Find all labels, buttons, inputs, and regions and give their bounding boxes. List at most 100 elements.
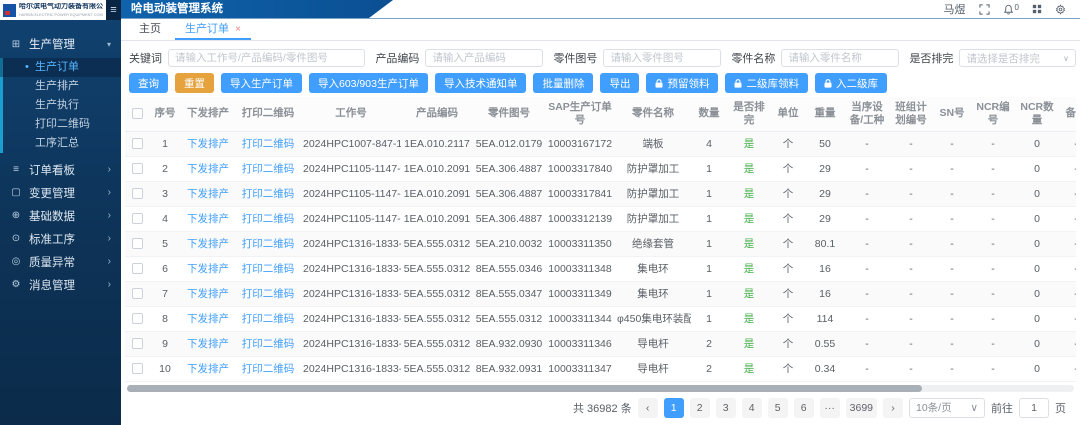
cell-quantity: 1: [691, 306, 727, 331]
cell-index: 3: [149, 181, 181, 206]
product-code-input[interactable]: [425, 49, 543, 67]
select-all-checkbox[interactable]: [132, 108, 143, 119]
print-qrcode-link[interactable]: 打印二维码: [235, 281, 301, 306]
row-checkbox[interactable]: [132, 363, 143, 374]
send-to-schedule-link[interactable]: 下发排产: [181, 256, 235, 281]
part-name-input[interactable]: [781, 49, 899, 67]
action-button[interactable]: 导入技术通知单: [435, 73, 527, 93]
page-number-button[interactable]: 2: [690, 398, 710, 418]
row-checkbox[interactable]: [132, 313, 143, 324]
action-button[interactable]: 二级库领料: [725, 73, 808, 93]
send-to-schedule-link[interactable]: 下发排产: [181, 231, 235, 256]
username[interactable]: 马煜: [944, 1, 966, 17]
sidebar-subitem[interactable]: 生产排产: [0, 77, 121, 96]
tab[interactable]: 主页: [129, 19, 171, 40]
page-number-button[interactable]: 3: [716, 398, 736, 418]
print-qrcode-link[interactable]: 打印二维码: [235, 256, 301, 281]
cell-ncr-qty: 0: [1015, 206, 1059, 231]
scheduled-select[interactable]: 请选择是否排完 ∨: [959, 49, 1076, 67]
row-checkbox[interactable]: [132, 163, 143, 174]
cell-part-name: 集电环: [615, 256, 691, 281]
row-checkbox[interactable]: [132, 263, 143, 274]
page-number-button[interactable]: 3699: [846, 398, 877, 418]
print-qrcode-link[interactable]: 打印二维码: [235, 331, 301, 356]
send-to-schedule-link[interactable]: 下发排产: [181, 306, 235, 331]
print-qrcode-link[interactable]: 打印二维码: [235, 181, 301, 206]
cell-device: -: [845, 306, 889, 331]
send-to-schedule-link[interactable]: 下发排产: [181, 131, 235, 156]
table-row: 2 下发排产 打印二维码 2024HPC1105-1147-2 1EA.010.…: [125, 156, 1076, 181]
sidebar-subitem[interactable]: 工序汇总: [0, 134, 121, 153]
print-qrcode-link[interactable]: 打印二维码: [235, 131, 301, 156]
goto-page-input[interactable]: [1019, 398, 1049, 418]
main-area: 哈电动装管理系统 马煜 0: [121, 0, 1080, 425]
action-button[interactable]: 查询: [129, 73, 168, 93]
action-button[interactable]: 导入603/903生产订单: [309, 73, 428, 93]
row-checkbox[interactable]: [132, 188, 143, 199]
next-page-button[interactable]: ›: [883, 398, 903, 418]
part-drawing-input[interactable]: [603, 49, 721, 67]
send-to-schedule-link[interactable]: 下发排产: [181, 181, 235, 206]
page-number-button[interactable]: ···: [820, 398, 840, 418]
action-button[interactable]: 入二级库: [815, 73, 887, 93]
page-size-select[interactable]: 10条/页 ∨: [909, 398, 985, 418]
tab[interactable]: 生产订单 ×: [175, 19, 251, 40]
sidebar-item[interactable]: ≡ 订单看板 ›: [0, 158, 121, 181]
row-checkbox[interactable]: [132, 238, 143, 249]
chevron-down-icon: ▾: [107, 40, 111, 49]
print-qrcode-link[interactable]: 打印二维码: [235, 231, 301, 256]
action-button[interactable]: 重置: [175, 73, 214, 93]
cell-ncr-qty: 0: [1015, 156, 1059, 181]
keyword-input[interactable]: [168, 49, 365, 67]
sidebar-item[interactable]: ▢ 变更管理 ›: [0, 181, 121, 204]
fullscreen-icon[interactable]: [979, 4, 990, 15]
cell-product-code: 5EA.555.0312: [401, 331, 473, 356]
sidebar-item[interactable]: ⚙ 消息管理 ›: [0, 273, 121, 296]
column-header: 工作号: [301, 97, 401, 131]
column-header: 零件名称: [615, 97, 691, 131]
send-to-schedule-link[interactable]: 下发排产: [181, 206, 235, 231]
sidebar-subitem[interactable]: 打印二维码: [0, 115, 121, 134]
cell-sn: -: [933, 206, 971, 231]
column-header: NCR数量: [1015, 97, 1059, 131]
row-checkbox[interactable]: [132, 288, 143, 299]
sidebar-group-production[interactable]: ⊞ 生产管理 ▾: [0, 32, 121, 56]
sidebar-collapse-icon[interactable]: ≡: [106, 0, 121, 20]
sidebar-item[interactable]: ◎ 质量异常 ›: [0, 250, 121, 273]
column-header: SN号: [933, 97, 971, 131]
print-qrcode-link[interactable]: 打印二维码: [235, 156, 301, 181]
prev-page-button[interactable]: ‹: [638, 398, 658, 418]
print-qrcode-link[interactable]: 打印二维码: [235, 306, 301, 331]
cell-ncr-no: -: [971, 256, 1015, 281]
sidebar-subitem[interactable]: 生产执行: [0, 96, 121, 115]
cell-unit: 个: [771, 306, 805, 331]
sidebar-subitem[interactable]: 生产订单: [0, 58, 121, 77]
send-to-schedule-link[interactable]: 下发排产: [181, 356, 235, 381]
action-button[interactable]: 预留领料: [646, 73, 718, 93]
page-number-button[interactable]: 4: [742, 398, 762, 418]
print-qrcode-link[interactable]: 打印二维码: [235, 206, 301, 231]
action-button[interactable]: 导入生产订单: [221, 73, 302, 93]
send-to-schedule-link[interactable]: 下发排产: [181, 331, 235, 356]
page-number-button[interactable]: 5: [768, 398, 788, 418]
action-button[interactable]: 批量删除: [533, 73, 593, 93]
row-checkbox[interactable]: [132, 338, 143, 349]
sidebar-item[interactable]: ⊕ 基础数据 ›: [0, 204, 121, 227]
apps-grid-icon[interactable]: [1032, 4, 1042, 14]
cell-weight: 16: [805, 281, 845, 306]
row-checkbox[interactable]: [132, 138, 143, 149]
action-button[interactable]: 导出: [600, 73, 639, 93]
notification-bell-icon[interactable]: 0: [1003, 4, 1019, 15]
page-number-button[interactable]: 1: [664, 398, 684, 418]
gear-icon[interactable]: [1055, 4, 1066, 15]
page-number-button[interactable]: 6: [794, 398, 814, 418]
sidebar-item[interactable]: ⊙ 标准工序 ›: [0, 227, 121, 250]
send-to-schedule-link[interactable]: 下发排产: [181, 281, 235, 306]
horizontal-scrollbar-thumb[interactable]: [127, 385, 922, 392]
tab-close-icon[interactable]: ×: [235, 24, 241, 35]
send-to-schedule-link[interactable]: 下发排产: [181, 156, 235, 181]
row-checkbox[interactable]: [132, 213, 143, 224]
cell-weight: 29: [805, 156, 845, 181]
print-qrcode-link[interactable]: 打印二维码: [235, 356, 301, 381]
cell-quantity: 1: [691, 281, 727, 306]
